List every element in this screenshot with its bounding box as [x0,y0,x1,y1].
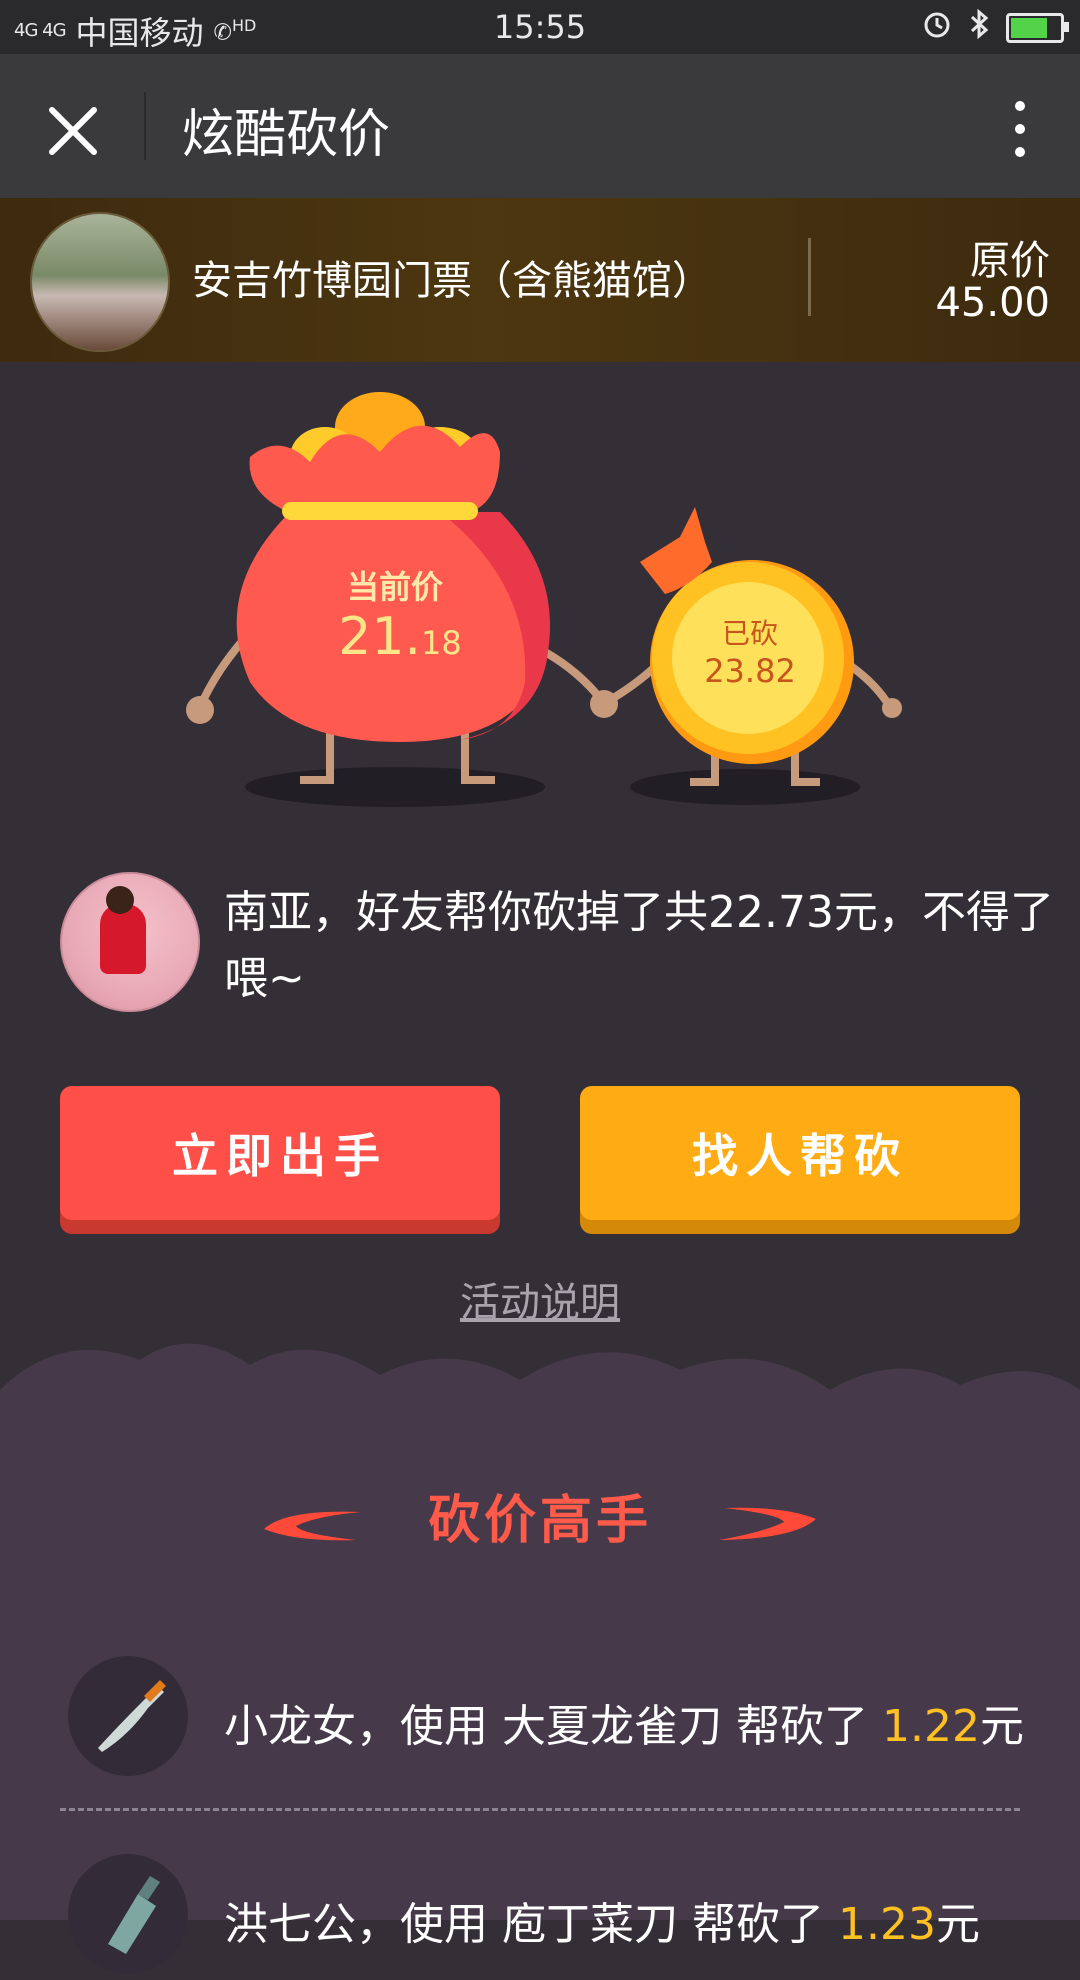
current-price-dec: 18 [420,624,462,662]
close-button[interactable] [38,96,108,166]
swoosh-left-icon [263,1511,361,1541]
list-divider [60,1808,1020,1811]
more-vertical-icon [1015,100,1025,111]
bargain-message-text: 南亚，好友帮你砍掉了共22.73元，不得了喂~ [224,887,1054,1004]
list-item-text: 洪七公，使用 庖丁菜刀 帮砍了 1.23元 [224,1899,980,1950]
current-price-value: 21.18 [300,607,500,667]
status-right [922,8,1069,48]
leaderboard-title: 砍价高手 [0,1478,1080,1553]
buy-now-button[interactable]: 立即出手 [60,1086,500,1220]
product-bar: 安吉竹博园门票（含熊猫馆） 原价 45.00 [0,198,1080,362]
cleaver-icon [108,1876,160,1954]
activity-rules-link[interactable]: 活动说明 [0,1270,1080,1328]
cut-amount-label: 已砍 [721,617,778,650]
current-price-label: 当前价 [346,568,443,606]
alarm-icon [922,9,952,47]
product-thumbnail [30,212,170,352]
product-divider [808,238,811,316]
cut-amount-value: 23.82 [704,652,796,690]
swoosh-right-icon [719,1507,817,1540]
bluetooth-icon [968,8,990,48]
original-price-value: 45.00 [935,280,1050,326]
product-name: 安吉竹博园门票（含熊猫馆） [192,258,712,304]
bargain-message: 南亚，好友帮你砍掉了共22.73元，不得了喂~ [60,872,1054,1012]
list-item: 小龙女，使用 大夏龙雀刀 帮砍了 1.22元 [60,1632,1040,1782]
list-item-text: 小龙女，使用 大夏龙雀刀 帮砍了 1.22元 [224,1701,1024,1752]
weapon-avatar [68,1656,188,1776]
cut-amount: 1.23 [837,1899,936,1950]
weapon-avatar [68,1854,188,1974]
list-item: 洪七公，使用 庖丁菜刀 帮砍了 1.23元 [60,1830,1040,1980]
status-time: 15:55 [493,8,587,46]
nav-bar: 炫酷砍价 [0,54,1080,198]
more-options-button[interactable] [1000,94,1040,164]
cut-amount: 1.22 [881,1701,980,1752]
close-icon [49,107,97,155]
user-avatar [60,872,200,1012]
status-bar: 4G 4G 中国移动 ✆HD 15:55 [0,0,1080,54]
nav-divider [144,92,146,160]
current-price-int: 21. [338,607,421,667]
mascot-illustration [186,392,902,807]
original-price-label: 原价 [970,238,1050,284]
leaderboard-title-text: 砍价高手 [427,1491,652,1551]
price-mascots: 当前价 21.18 已砍 23.82 [0,362,1080,832]
page-title: 炫酷砍价 [182,105,391,165]
battery-charging-icon [1006,13,1069,43]
blade-icon [98,1680,166,1752]
ask-friends-button[interactable]: 找人帮砍 [580,1086,1020,1220]
